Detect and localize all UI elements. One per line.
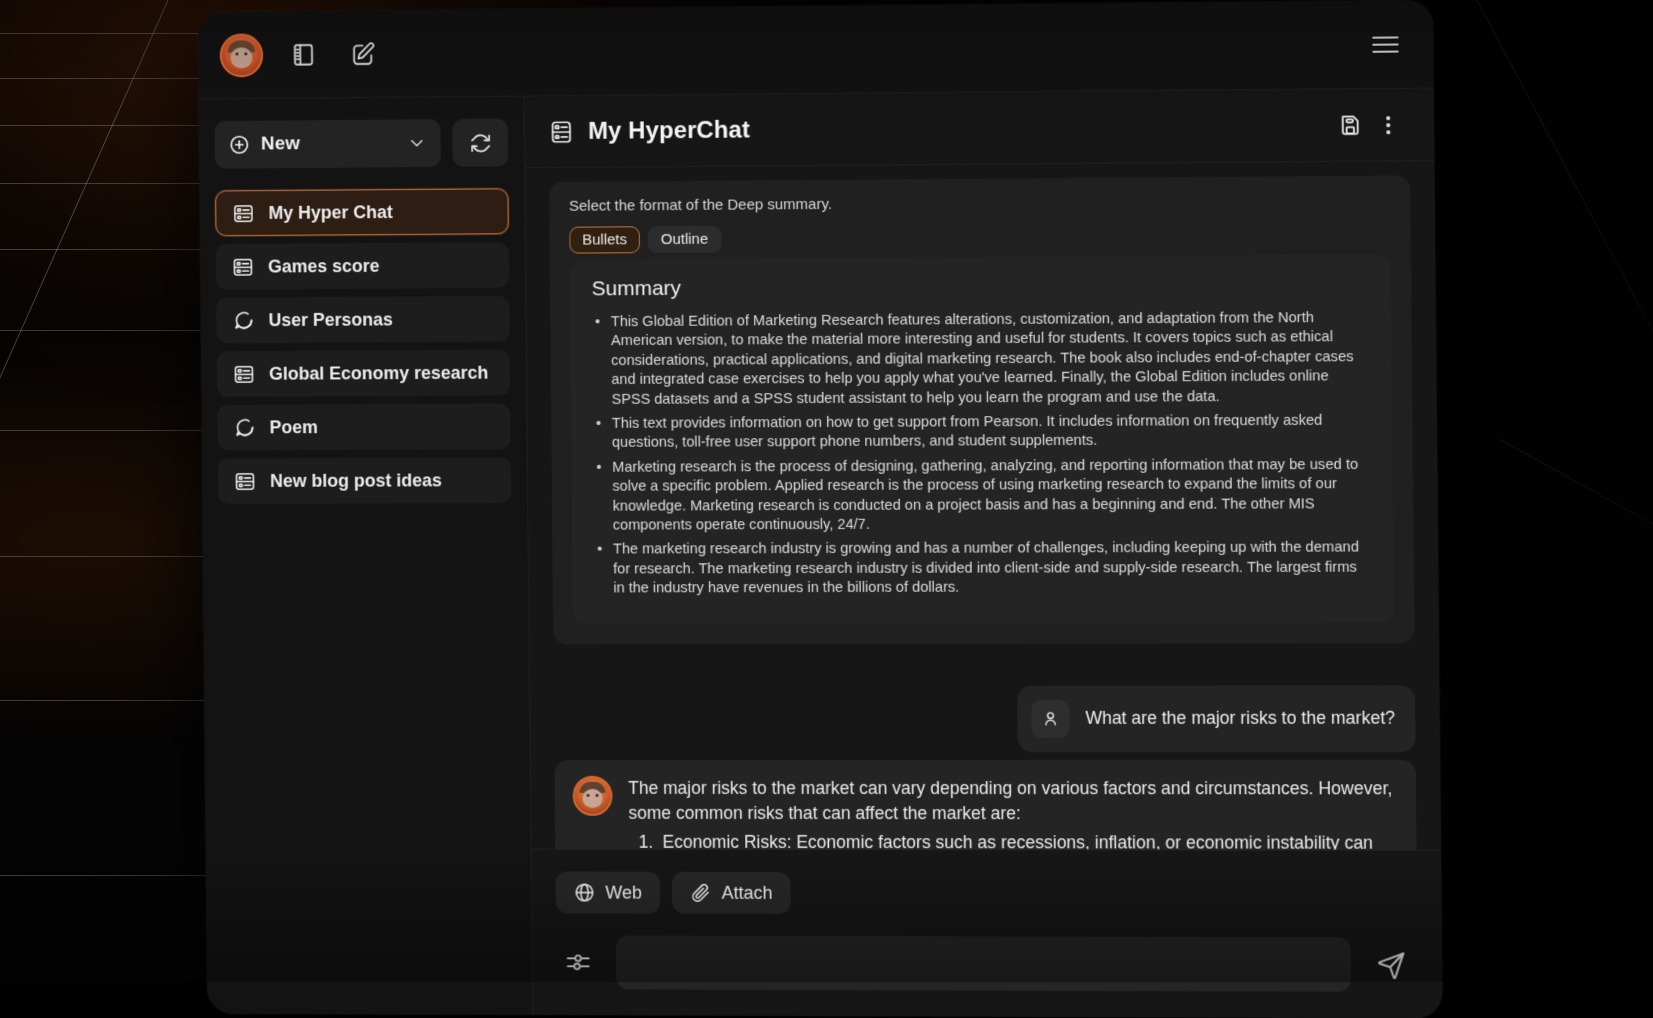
format-option-bullets[interactable]: Bullets — [569, 226, 640, 253]
chevron-down-icon[interactable] — [407, 133, 427, 153]
format-prompt-text: Select the format of the Deep summary. — [569, 192, 1390, 215]
assistant-message-list: Economic Risks: Economic factors such as… — [629, 830, 1395, 850]
sidebar-item-new-blog-post-ideas[interactable]: New blog post ideas — [218, 457, 512, 504]
composer-input-row — [556, 935, 1416, 992]
plus-circle-icon — [228, 134, 250, 156]
sidebar-item-poem[interactable]: Poem — [217, 403, 511, 450]
database-icon — [548, 119, 574, 145]
chat-bubble-icon — [232, 309, 255, 332]
summary-heading: Summary — [592, 272, 1369, 301]
avatar-face — [231, 47, 253, 68]
sidebar-item-label: New blog post ideas — [270, 470, 442, 491]
compose-icon[interactable] — [344, 35, 382, 73]
database-icon — [234, 470, 257, 493]
sidebar: New — [199, 97, 534, 1015]
attach-label: Attach — [721, 882, 772, 903]
chat-list: My Hyper Chat Games score — [215, 188, 511, 504]
paperclip-icon — [690, 882, 712, 904]
app-window: New — [198, 0, 1443, 1018]
web-search-label: Web — [605, 882, 642, 903]
person-icon — [1031, 700, 1070, 738]
top-bar — [198, 0, 1434, 99]
database-icon — [232, 202, 255, 225]
avatar-face — [583, 789, 603, 808]
summary-bullet-list: This Global Edition of Marketing Researc… — [592, 309, 1372, 599]
format-option-outline[interactable]: Outline — [648, 226, 721, 253]
summary-bullet: Marketing research is the process of des… — [593, 456, 1371, 536]
sidebar-item-my-hyper-chat[interactable]: My Hyper Chat — [215, 188, 509, 236]
hamburger-menu-icon[interactable] — [1366, 30, 1405, 59]
user-avatar[interactable] — [220, 33, 264, 77]
assistant-list-item: Economic Risks: Economic factors such as… — [629, 830, 1395, 850]
globe-icon — [573, 882, 595, 904]
sidebar-item-user-personas[interactable]: User Personas — [216, 296, 510, 343]
sidebar-item-label: Poem — [269, 417, 318, 438]
composer: Web Attach — [532, 849, 1443, 1018]
page-title: My HyperChat — [588, 116, 750, 145]
main-panel: My HyperChat Select the format of the D — [524, 89, 1442, 1018]
summary-bullet: This text provides information on how to… — [593, 412, 1370, 454]
refresh-icon — [469, 131, 492, 154]
database-icon — [233, 362, 256, 385]
user-message-row: What are the major risks to the market? — [554, 685, 1416, 752]
format-options: Bullets Outline — [569, 221, 1390, 254]
sidebar-item-label: Games score — [268, 255, 380, 277]
window-body: New — [199, 89, 1443, 1018]
composer-tools: Web Attach — [556, 872, 1416, 916]
save-icon[interactable] — [1330, 106, 1369, 145]
sidebar-item-global-economy-research[interactable]: Global Economy research — [217, 350, 511, 397]
conversation-scroll[interactable]: Select the format of the Deep summary. B… — [525, 161, 1441, 850]
summary-bullet: The marketing research industry is growi… — [594, 539, 1371, 599]
user-message-bubble: What are the major risks to the market? — [1017, 685, 1416, 752]
format-prompt-card: Select the format of the Deep summary. B… — [549, 175, 1415, 644]
chat-header: My HyperChat — [524, 89, 1434, 169]
attach-button[interactable]: Attach — [672, 872, 791, 914]
assistant-avatar — [572, 776, 612, 816]
notebook-icon[interactable] — [285, 35, 323, 73]
summary-card: Summary This Global Edition of Marketing… — [570, 254, 1395, 624]
database-icon — [232, 255, 255, 278]
message-input[interactable] — [634, 953, 1333, 975]
sidebar-item-games-score[interactable]: Games score — [216, 242, 510, 290]
more-vertical-icon[interactable] — [1369, 105, 1408, 144]
chat-bubble-icon — [233, 416, 256, 439]
new-chat-button[interactable]: New — [215, 119, 441, 169]
sliders-icon[interactable] — [556, 940, 600, 984]
sidebar-item-label: Global Economy research — [269, 362, 489, 384]
summary-bullet: This Global Edition of Marketing Researc… — [592, 309, 1370, 410]
user-message-text: What are the major risks to the market? — [1085, 708, 1395, 729]
assistant-message-intro: The major risks to the market can vary d… — [628, 776, 1394, 827]
sidebar-item-label: User Personas — [268, 309, 393, 331]
refresh-button[interactable] — [452, 119, 508, 167]
sidebar-item-label: My Hyper Chat — [268, 202, 393, 224]
assistant-message-bubble: The major risks to the market can vary d… — [554, 760, 1417, 850]
new-chat-label: New — [261, 133, 300, 155]
web-search-button[interactable]: Web — [556, 872, 660, 914]
message-input-wrapper[interactable] — [616, 936, 1351, 992]
